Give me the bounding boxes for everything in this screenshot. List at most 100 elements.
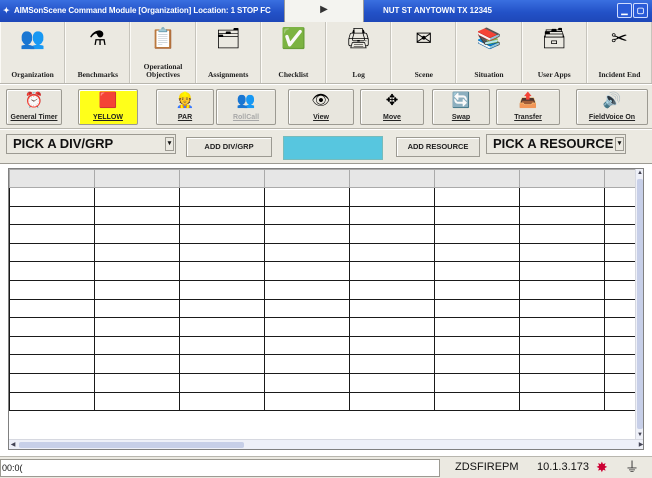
grid-header-cell[interactable]	[519, 169, 605, 188]
grid-cell[interactable]	[179, 224, 265, 244]
grid-cell[interactable]	[94, 298, 180, 319]
grid-cell[interactable]	[264, 279, 350, 300]
toolbar-button-benchmarks[interactable]: ⚗ Benchmarks	[65, 22, 131, 83]
grid-cell[interactable]	[94, 391, 180, 412]
grid-header-row[interactable]	[9, 169, 643, 188]
toolbar-button-log[interactable]: 🖨 Log	[326, 22, 392, 83]
grid-cell[interactable]	[264, 242, 350, 263]
grid-cell[interactable]	[519, 372, 605, 393]
toolbar-button-user-apps[interactable]: 🗃 User Apps	[521, 22, 587, 83]
grid-cell[interactable]	[179, 187, 265, 207]
grid-cell[interactable]	[519, 261, 605, 281]
toolbar-button-assignments[interactable]: 🗂 Assignments	[195, 22, 261, 83]
table-row[interactable]	[9, 335, 643, 356]
horizontal-scroll-thumb[interactable]	[19, 442, 244, 448]
grid-cell[interactable]	[9, 372, 95, 393]
grid-cell[interactable]	[179, 317, 265, 337]
grid-cell[interactable]	[9, 261, 95, 281]
grid-cell[interactable]	[349, 261, 435, 281]
scroll-right-icon[interactable]: ▶	[637, 440, 643, 449]
grid-cell[interactable]	[519, 242, 605, 263]
scroll-left-icon[interactable]: ◀	[9, 440, 17, 449]
grid-cell[interactable]	[519, 187, 605, 207]
table-row[interactable]	[9, 317, 643, 337]
grid-cell[interactable]	[9, 298, 95, 319]
grid-cell[interactable]	[9, 279, 95, 300]
grid-cell[interactable]	[519, 354, 605, 374]
table-row[interactable]	[9, 242, 643, 263]
toolbar-button-organization[interactable]: 👥 Organization	[0, 22, 66, 83]
grid-header-cell[interactable]	[349, 169, 435, 188]
toolbar-button-situation[interactable]: 📚 Situation	[456, 22, 522, 83]
grid-cell[interactable]	[94, 261, 180, 281]
grid-cell[interactable]	[179, 298, 265, 319]
grid-header-cell[interactable]	[9, 169, 95, 188]
table-row[interactable]	[9, 279, 643, 300]
grid-cell[interactable]	[264, 205, 350, 226]
grid-cell[interactable]	[264, 261, 350, 281]
grid-cell[interactable]	[9, 242, 95, 263]
toolbar-button-incident-end[interactable]: ✂ Incident End	[586, 22, 652, 83]
grid-cell[interactable]	[349, 279, 435, 300]
grid-header-cell[interactable]	[94, 169, 180, 188]
grid-cell[interactable]	[179, 372, 265, 393]
grid-cell[interactable]	[434, 391, 520, 412]
network-icon[interactable]: ✸	[596, 459, 608, 475]
signal-icon[interactable]: ⏚	[625, 459, 639, 475]
grid-cell[interactable]	[94, 242, 180, 263]
grid-cell[interactable]	[519, 279, 605, 300]
grid-cell[interactable]	[9, 335, 95, 356]
grid-header-cell[interactable]	[434, 169, 520, 188]
grid-cell[interactable]	[264, 372, 350, 393]
grid-cell[interactable]	[434, 224, 520, 244]
grid-cell[interactable]	[349, 298, 435, 319]
grid-cell[interactable]	[9, 205, 95, 226]
grid-cell[interactable]	[349, 372, 435, 393]
grid-cell[interactable]	[264, 298, 350, 319]
grid-cell[interactable]	[94, 279, 180, 300]
grid-cell[interactable]	[9, 391, 95, 412]
action-button-view[interactable]: 👁 View	[288, 89, 354, 125]
grid-cell[interactable]	[94, 224, 180, 244]
grid-cell[interactable]	[519, 205, 605, 226]
grid-cell[interactable]	[94, 372, 180, 393]
table-row[interactable]	[9, 261, 643, 281]
grid-cell[interactable]	[264, 317, 350, 337]
grid-cell[interactable]	[179, 391, 265, 412]
grid-cell[interactable]	[9, 317, 95, 337]
resource-select[interactable]: PICK A RESOURCE ▾	[486, 134, 626, 154]
action-button-par[interactable]: 👷 PAR	[156, 89, 214, 125]
grid-cell[interactable]	[434, 205, 520, 226]
chevron-down-icon[interactable]: ▾	[165, 137, 174, 151]
action-button-general-timer[interactable]: ⏰ General Timer	[6, 89, 62, 125]
grid-cell[interactable]	[94, 317, 180, 337]
action-button-move[interactable]: ✥ Move	[360, 89, 424, 125]
grid-cell[interactable]	[519, 391, 605, 412]
table-row[interactable]	[9, 187, 643, 207]
grid-cell[interactable]	[179, 261, 265, 281]
grid-cell[interactable]	[349, 335, 435, 356]
grid-cell[interactable]	[434, 298, 520, 319]
grid-cell[interactable]	[519, 224, 605, 244]
grid-cell[interactable]	[434, 242, 520, 263]
vertical-scroll-thumb[interactable]	[637, 179, 643, 429]
grid-header-cell[interactable]	[264, 169, 350, 188]
grid-cell[interactable]	[434, 317, 520, 337]
grid-cell[interactable]	[264, 187, 350, 207]
grid-cell[interactable]	[434, 335, 520, 356]
table-row[interactable]	[9, 298, 643, 319]
app-icon[interactable]: ✦	[3, 6, 12, 15]
minimize-button[interactable]: ▁	[617, 3, 632, 18]
grid-cell[interactable]	[264, 224, 350, 244]
grid-cell[interactable]	[9, 354, 95, 374]
grid-cell[interactable]	[9, 224, 95, 244]
action-button-transfer[interactable]: 📤 Transfer	[496, 89, 560, 125]
grid-cell[interactable]	[179, 205, 265, 226]
scroll-down-icon[interactable]: ▼	[636, 431, 643, 439]
maximize-button[interactable]: ▢	[633, 3, 648, 18]
toolbar-button-scene[interactable]: ✉ Scene	[391, 22, 457, 83]
grid-header-cell[interactable]	[179, 169, 265, 188]
horizontal-scrollbar[interactable]: ◀ ▶	[9, 439, 643, 449]
action-button-swap[interactable]: 🔄 Swap	[432, 89, 490, 125]
grid-cell[interactable]	[519, 298, 605, 319]
